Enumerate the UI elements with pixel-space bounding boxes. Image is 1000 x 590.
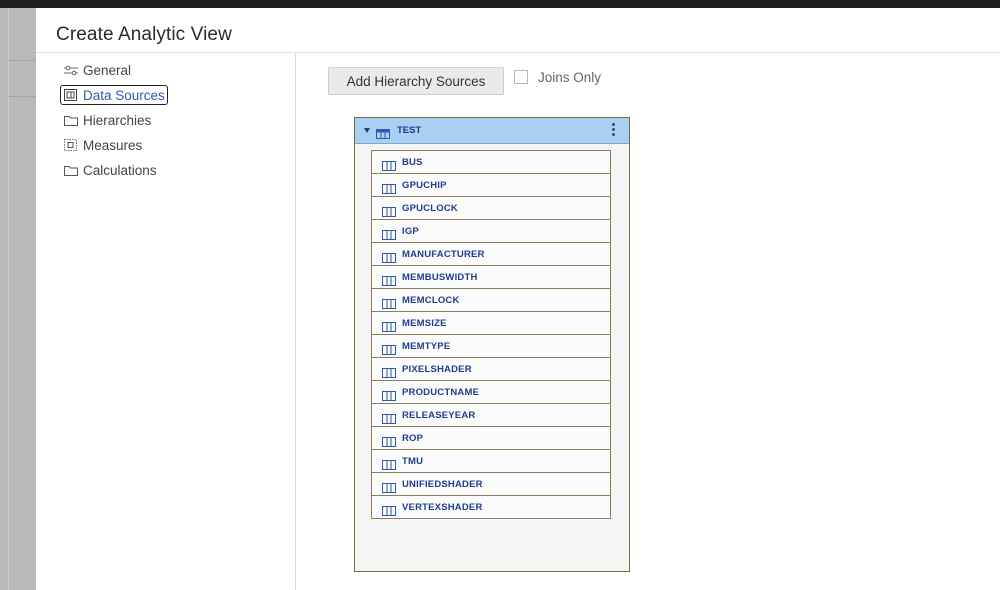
column-label: MEMBUSWIDTH bbox=[402, 272, 478, 283]
folder-icon bbox=[63, 163, 78, 177]
column-row[interactable]: MEMBUSWIDTH bbox=[371, 265, 611, 289]
column-label: MANUFACTURER bbox=[402, 249, 485, 260]
sliders-icon bbox=[63, 63, 78, 77]
column-row[interactable]: VERTEXSHADER bbox=[371, 495, 611, 519]
nav-item-hierarchies[interactable]: Hierarchies bbox=[60, 110, 168, 130]
nav-item-label: Measures bbox=[83, 137, 143, 153]
folder-icon bbox=[63, 113, 78, 127]
nav-item-label: General bbox=[83, 62, 132, 78]
window-top-bar bbox=[0, 0, 1000, 8]
column-row[interactable]: RELEASEYEAR bbox=[371, 403, 611, 427]
column-label: MEMSIZE bbox=[402, 318, 447, 329]
strip-divider bbox=[8, 60, 36, 61]
column-row[interactable]: MEMCLOCK bbox=[371, 288, 611, 312]
source-table-name: TEST bbox=[397, 125, 422, 136]
nav-item-calculations[interactable]: Calculations bbox=[60, 160, 168, 180]
column-label: ROP bbox=[402, 433, 424, 444]
add-hierarchy-sources-button[interactable]: Add Hierarchy Sources bbox=[328, 67, 504, 95]
column-label: RELEASEYEAR bbox=[402, 410, 476, 421]
sidebar-nav: General Data Sources Hierarchies Measure… bbox=[60, 60, 168, 185]
data-sources-icon bbox=[63, 88, 78, 102]
collapse-caret-icon[interactable] bbox=[364, 128, 370, 133]
strip-divider bbox=[8, 96, 36, 97]
column-label: MEMCLOCK bbox=[402, 295, 460, 306]
nav-item-label: Data Sources bbox=[83, 87, 165, 103]
column-row[interactable]: ROP bbox=[371, 426, 611, 450]
column-row[interactable]: GPUCLOCK bbox=[371, 196, 611, 220]
nav-item-label: Hierarchies bbox=[83, 112, 152, 128]
column-row[interactable]: MANUFACTURER bbox=[371, 242, 611, 266]
column-label: TMU bbox=[402, 456, 424, 467]
column-label: PIXELSHADER bbox=[402, 364, 472, 375]
nav-item-measures[interactable]: Measures bbox=[60, 135, 168, 155]
column-row[interactable]: UNIFIEDSHADER bbox=[371, 472, 611, 496]
column-label: PRODUCTNAME bbox=[402, 387, 480, 398]
table-icon bbox=[376, 126, 390, 144]
source-table-header[interactable]: TEST ⋮ bbox=[355, 118, 629, 144]
column-label: GPUCLOCK bbox=[402, 203, 458, 214]
column-label: MEMTYPE bbox=[402, 341, 451, 352]
column-label: UNIFIEDSHADER bbox=[402, 479, 483, 490]
nav-item-general[interactable]: General bbox=[60, 60, 168, 80]
column-list: BUS GPUCHIP GPUCLOCK IGP MANUFACTURER MEMBUSW… bbox=[371, 150, 611, 519]
left-edge-strip bbox=[0, 8, 36, 590]
column-row[interactable]: PRODUCTNAME bbox=[371, 380, 611, 404]
column-row[interactable]: BUS bbox=[371, 150, 611, 174]
column-label: GPUCHIP bbox=[402, 180, 447, 191]
source-table-panel: TEST ⋮ BUS GPUCHIP GPUCLOCK IGP MANUFACTURER… bbox=[354, 117, 630, 572]
joins-only-label: Joins Only bbox=[538, 70, 602, 85]
nav-item-data-sources[interactable]: Data Sources bbox=[60, 85, 168, 105]
kebab-icon[interactable]: ⋮ bbox=[606, 122, 621, 138]
measures-icon bbox=[63, 138, 78, 152]
column-row[interactable]: GPUCHIP bbox=[371, 173, 611, 197]
column-label: IGP bbox=[402, 226, 419, 237]
column-row[interactable]: IGP bbox=[371, 219, 611, 243]
page-title: Create Analytic View bbox=[56, 24, 232, 45]
column-row[interactable]: TMU bbox=[371, 449, 611, 473]
sidebar-divider bbox=[295, 53, 296, 590]
column-row[interactable]: MEMSIZE bbox=[371, 311, 611, 335]
column-label: VERTEXSHADER bbox=[402, 502, 483, 513]
nav-item-label: Calculations bbox=[83, 162, 157, 178]
column-label: BUS bbox=[402, 157, 423, 168]
joins-only-checkbox[interactable] bbox=[514, 70, 528, 84]
title-divider bbox=[36, 52, 1000, 53]
column-row[interactable]: MEMTYPE bbox=[371, 334, 611, 358]
column-row[interactable]: PIXELSHADER bbox=[371, 357, 611, 381]
column-icon bbox=[382, 503, 396, 521]
